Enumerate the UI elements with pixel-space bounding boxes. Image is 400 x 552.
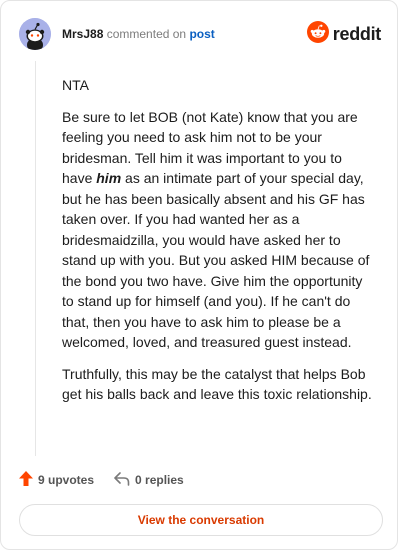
comment-header: MrsJ88 commented on post reddit [1, 1, 397, 61]
view-conversation-button[interactable]: View the conversation [19, 504, 383, 536]
comment-footer: 9 upvotes 0 replies [19, 470, 184, 490]
comment-meta: MrsJ88 commented on post [62, 27, 215, 41]
emphasis-text: him [96, 170, 122, 186]
replies-button[interactable]: 0 replies [114, 471, 184, 489]
comment-paragraph: Truthfully, this may be the catalyst tha… [62, 365, 372, 403]
commented-on-text: commented on [106, 27, 187, 41]
post-link[interactable]: post [189, 27, 214, 41]
comment-embed-card: MrsJ88 commented on post reddit NTA Be s… [0, 0, 398, 550]
paragraph-text: as an intimate part of your special day,… [62, 170, 370, 350]
thread-line [35, 61, 36, 456]
comment-paragraph: NTA [62, 77, 89, 93]
username-link[interactable]: MrsJ88 [62, 27, 103, 41]
snoo-avatar-icon[interactable] [19, 18, 51, 50]
reply-arrow-icon [114, 471, 130, 489]
reddit-logo-icon [306, 21, 329, 48]
reddit-brand-link[interactable]: reddit [306, 21, 382, 48]
upvote-button[interactable]: 9 upvotes [19, 471, 94, 489]
comment-body: NTA Be sure to let BOB (not Kate) know t… [62, 75, 372, 416]
replies-count: 0 replies [135, 473, 184, 487]
upvote-count: 9 upvotes [38, 473, 95, 487]
reddit-wordmark: reddit [332, 24, 382, 44]
comment-paragraph: Be sure to let BOB (not Kate) know that … [62, 107, 372, 353]
upvote-arrow-icon [19, 471, 33, 489]
